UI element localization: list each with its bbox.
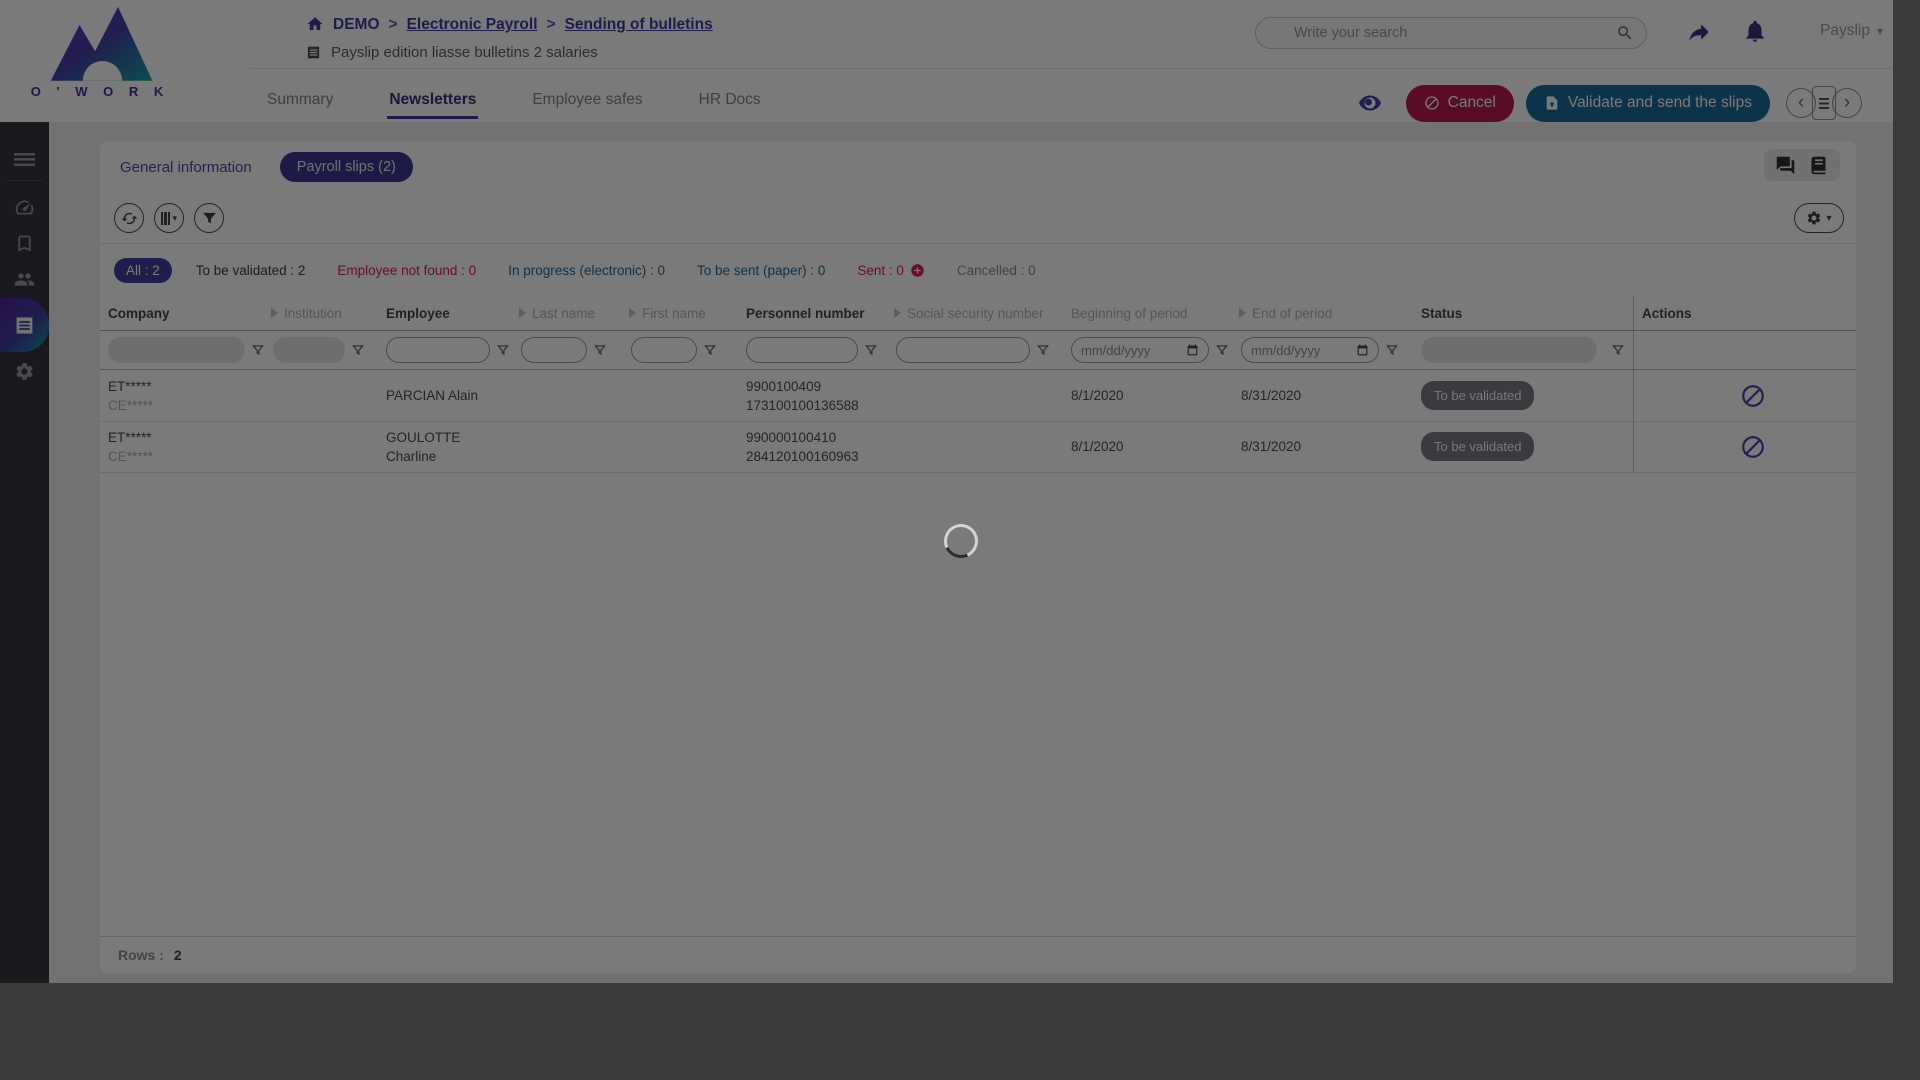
loading-spinner (939, 519, 983, 563)
loading-overlay (0, 0, 1920, 1080)
